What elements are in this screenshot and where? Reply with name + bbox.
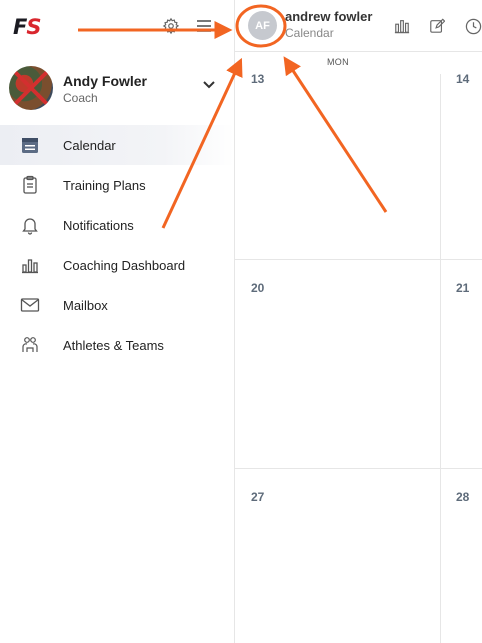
- sidebar-item-label: Calendar: [63, 137, 116, 153]
- sidebar-item-training-plans[interactable]: Training Plans: [0, 165, 234, 205]
- day-cell-13[interactable]: 13: [251, 72, 264, 86]
- bell-icon: [19, 214, 41, 236]
- day-cell-28[interactable]: 28: [456, 490, 469, 504]
- envelope-icon: [19, 294, 41, 316]
- sidebar-item-label: Athletes & Teams: [63, 337, 164, 353]
- week-divider: [235, 468, 482, 469]
- profile-role: Coach: [63, 91, 98, 105]
- logo-letter-s: S: [26, 15, 41, 39]
- athlete-avatar[interactable]: AF: [248, 11, 277, 40]
- bar-chart-icon: [19, 254, 41, 276]
- clipboard-icon: [19, 174, 41, 196]
- app-logo[interactable]: FS: [13, 15, 41, 39]
- gear-icon[interactable]: [160, 15, 182, 37]
- header-subtitle: Calendar: [285, 26, 334, 40]
- day-cell-21[interactable]: 21: [456, 281, 469, 295]
- day-cell-27[interactable]: 27: [251, 490, 264, 504]
- sidebar-item-label: Mailbox: [63, 297, 108, 313]
- hamburger-menu-icon[interactable]: [193, 15, 215, 37]
- profile-name: Andy Fowler: [63, 73, 148, 89]
- profile-avatar[interactable]: [9, 66, 53, 110]
- people-icon: [19, 334, 41, 356]
- sidebar-item-mailbox[interactable]: Mailbox: [0, 285, 234, 325]
- sidebar-item-label: Notifications: [63, 217, 134, 233]
- edit-icon[interactable]: [427, 16, 447, 36]
- clock-icon[interactable]: [463, 16, 482, 36]
- sidebar-item-label: Coaching Dashboard: [63, 257, 186, 273]
- day-cell-20[interactable]: 20: [251, 281, 264, 295]
- athlete-name: andrew fowler: [285, 9, 373, 24]
- calendar-header: AF andrew fowler Calendar: [235, 0, 482, 52]
- user-profile[interactable]: Andy Fowler Coach: [0, 58, 234, 116]
- weekday-label: MON: [327, 57, 349, 67]
- sidebar-item-athletes-teams[interactable]: Athletes & Teams: [0, 325, 234, 365]
- chevron-down-icon[interactable]: [202, 77, 216, 95]
- column-divider: [440, 74, 441, 643]
- week-divider: [235, 259, 482, 260]
- sidebar-item-calendar[interactable]: Calendar: [0, 125, 234, 165]
- bar-chart-icon[interactable]: [392, 16, 412, 36]
- sidebar-item-notifications[interactable]: Notifications: [0, 205, 234, 245]
- sidebar-item-coaching-dashboard[interactable]: Coaching Dashboard: [0, 245, 234, 285]
- logo-letter-f: F: [13, 15, 27, 39]
- calendar-panel: AF andrew fowler Calendar MON 13 14 20 2…: [234, 0, 482, 643]
- sidebar: FS Andy Fowler Coach Calendar Training P…: [0, 0, 234, 643]
- calendar-icon: [19, 134, 41, 156]
- sidebar-item-label: Training Plans: [63, 177, 146, 193]
- day-cell-14[interactable]: 14: [456, 72, 469, 86]
